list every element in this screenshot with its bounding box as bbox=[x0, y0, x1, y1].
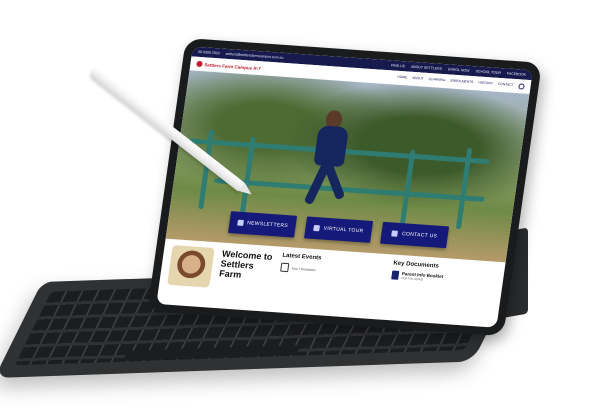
utility-link-facebook[interactable]: FACEBOOK bbox=[507, 71, 527, 76]
document-icon bbox=[391, 270, 400, 280]
latest-events: Latest Events Year 7 Graduation bbox=[277, 253, 386, 300]
nav-item-contact[interactable]: CONTACT bbox=[497, 82, 514, 89]
utility-link-about[interactable]: ABOUT SETTLERS bbox=[411, 65, 443, 71]
welcome-heading: Welcome to Settlers Farm bbox=[218, 248, 274, 280]
newsletter-icon bbox=[236, 219, 244, 226]
virtual-tour-label: VIRTUAL TOUR bbox=[323, 225, 364, 235]
nav-item-enrolments[interactable]: ENROLMENTS bbox=[450, 79, 473, 87]
nav-item-home[interactable]: HOME bbox=[397, 75, 407, 82]
newsletters-button[interactable]: NEWSLETTERS bbox=[228, 211, 298, 238]
logo-text: Settlers Farm Campus R-7 bbox=[204, 61, 262, 71]
event-item[interactable]: Year 7 Graduation bbox=[280, 262, 384, 279]
search-icon[interactable] bbox=[518, 83, 525, 90]
utility-link-enrol[interactable]: ENROL NOW bbox=[448, 67, 470, 72]
utility-link-find-us[interactable]: FIND US bbox=[391, 63, 406, 68]
virtual-tour-button[interactable]: VIRTUAL TOUR bbox=[304, 216, 374, 243]
site-logo[interactable]: Settlers Farm Campus R-7 bbox=[196, 60, 262, 71]
key-documents: Key Documents Parent Info Booklet PDF Fi… bbox=[388, 261, 497, 308]
calendar-icon bbox=[280, 262, 290, 273]
nav-item-history[interactable]: HISTORY bbox=[478, 80, 493, 87]
nav-item-about[interactable]: ABOUT bbox=[412, 76, 424, 83]
envelope-icon bbox=[391, 230, 399, 237]
camera-icon bbox=[313, 224, 321, 232]
contact-us-label: CONTACT US bbox=[401, 231, 438, 240]
logo-icon bbox=[196, 60, 203, 68]
document-item[interactable]: Parent Info Booklet PDF File 420KB bbox=[391, 270, 495, 286]
contact-us-button[interactable]: CONTACT US bbox=[380, 221, 450, 249]
device-mockup: 08 9300 2020 settlers@settlersfarmcampus… bbox=[0, 0, 596, 419]
nav-item-learning[interactable]: LEARNING bbox=[428, 77, 445, 84]
tablet: 08 9300 2020 settlers@settlersfarmcampus… bbox=[147, 38, 542, 337]
welcome-photo bbox=[167, 245, 215, 288]
utility-link-tour[interactable]: SCHOOL TOUR bbox=[475, 69, 501, 75]
utility-phone[interactable]: 08 9300 2020 bbox=[198, 50, 220, 55]
newsletters-label: NEWSLETTERS bbox=[246, 220, 289, 230]
tablet-screen: 08 9300 2020 settlers@settlersfarmcampus… bbox=[156, 46, 533, 328]
event-item-label: Year 7 Graduation bbox=[291, 265, 317, 272]
